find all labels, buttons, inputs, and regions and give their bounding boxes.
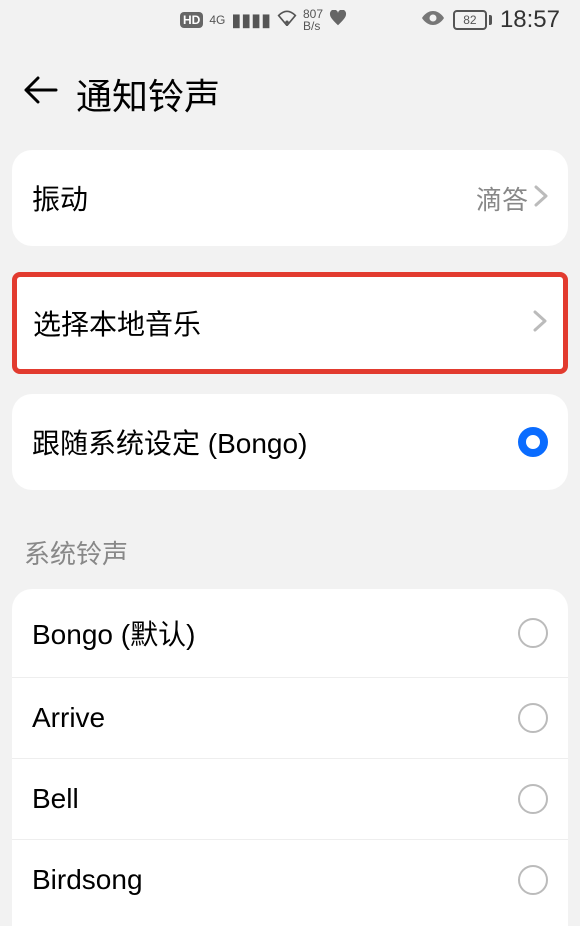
radio-selected-icon[interactable] (518, 427, 548, 457)
radio-unselected-icon[interactable] (518, 784, 548, 814)
status-left: HD 4G ▮▮▮▮ 807 B/s (180, 8, 347, 32)
vibration-value: 滴答 (476, 180, 528, 217)
local-music-card: 选择本地音乐 (12, 272, 568, 374)
signal-bars-icon: ▮▮▮▮ (231, 10, 271, 31)
system-ringtone-section-title: 系统铃声 (0, 522, 580, 589)
ringtone-label: Bongo (默认) (32, 613, 195, 653)
radio-unselected-icon[interactable] (518, 618, 548, 648)
status-right: 82 18:57 (421, 6, 560, 34)
hd-icon: HD (180, 12, 203, 28)
follow-system-row[interactable]: 跟随系统设定 (Bongo) (12, 394, 568, 490)
chevron-right-icon (534, 183, 548, 214)
clock: 18:57 (500, 6, 560, 34)
vibration-row[interactable]: 振动 滴答 (12, 150, 568, 246)
page-title: 通知铃声 (76, 68, 220, 120)
page-header: 通知铃声 (0, 40, 580, 150)
battery-level: 82 (463, 13, 476, 27)
ringtone-row-birdsong[interactable]: Birdsong (12, 840, 568, 926)
system-ringtone-list: Bongo (默认) Arrive Bell Birdsong (12, 589, 568, 926)
vibration-card: 振动 滴答 (12, 150, 568, 246)
signal-4g-icon: 4G (209, 13, 225, 27)
follow-system-card: 跟随系统设定 (Bongo) (12, 394, 568, 490)
ringtone-row-bongo[interactable]: Bongo (默认) (12, 589, 568, 678)
eye-icon (421, 10, 445, 31)
ringtone-row-arrive[interactable]: Arrive (12, 678, 568, 759)
chevron-right-icon (533, 308, 547, 339)
vibration-label: 振动 (32, 178, 88, 218)
ringtone-row-bell[interactable]: Bell (12, 759, 568, 840)
ringtone-label: Arrive (32, 702, 105, 734)
status-bar: HD 4G ▮▮▮▮ 807 B/s 82 18:57 (0, 0, 580, 40)
local-music-row[interactable]: 选择本地音乐 (17, 277, 563, 369)
radio-unselected-icon[interactable] (518, 703, 548, 733)
ringtone-label: Birdsong (32, 864, 143, 896)
radio-unselected-icon[interactable] (518, 865, 548, 895)
ringtone-label: Bell (32, 783, 79, 815)
wifi-icon (277, 10, 297, 31)
net-speed: 807 B/s (303, 8, 323, 32)
back-arrow-icon[interactable] (24, 76, 58, 112)
battery-icon: 82 (453, 10, 492, 30)
local-music-label: 选择本地音乐 (33, 303, 201, 343)
vibration-value-group: 滴答 (476, 180, 548, 217)
follow-system-label: 跟随系统设定 (Bongo) (32, 422, 307, 462)
heart-icon (329, 10, 347, 31)
